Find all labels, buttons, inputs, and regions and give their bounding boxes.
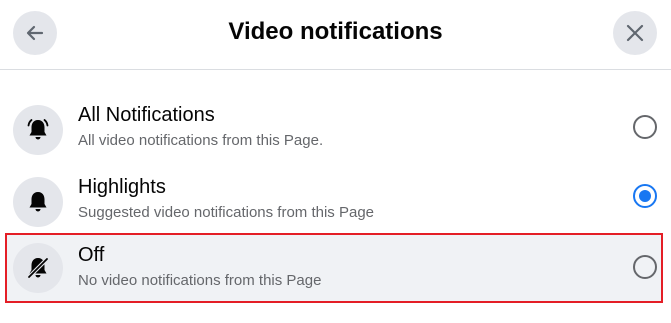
close-button[interactable] (613, 11, 657, 55)
radio-dot (639, 190, 651, 202)
bell-off-icon (13, 243, 63, 293)
option-title: Off (78, 244, 105, 266)
dialog-title: Video notifications (228, 18, 443, 45)
radio-button-selected[interactable] (633, 184, 657, 208)
radio-button[interactable] (633, 255, 657, 279)
option-text: All Notifications All video notification… (78, 102, 323, 149)
option-text: Highlights Suggested video notifications… (78, 174, 374, 221)
option-subtitle: Suggested video notifications from this … (78, 204, 375, 221)
option-subtitle: All video notifications from this Page. (78, 132, 324, 149)
bell-ringing-icon (13, 105, 63, 155)
option-off[interactable]: Off No video notifications from this Pag… (5, 233, 663, 303)
option-text: Off No video notifications from this Pag… (78, 242, 321, 289)
close-icon (626, 24, 644, 42)
option-highlights[interactable]: Highlights Suggested video notifications… (0, 165, 671, 233)
bell-icon (13, 177, 63, 227)
radio-button[interactable] (633, 115, 657, 139)
option-title: Highlights (78, 176, 166, 198)
option-all-notifications[interactable]: All Notifications All video notification… (0, 93, 671, 161)
dialog-header: Video notifications (0, 0, 671, 70)
option-title: All Notifications (78, 104, 215, 126)
option-subtitle: No video notifications from this Page (78, 272, 322, 289)
